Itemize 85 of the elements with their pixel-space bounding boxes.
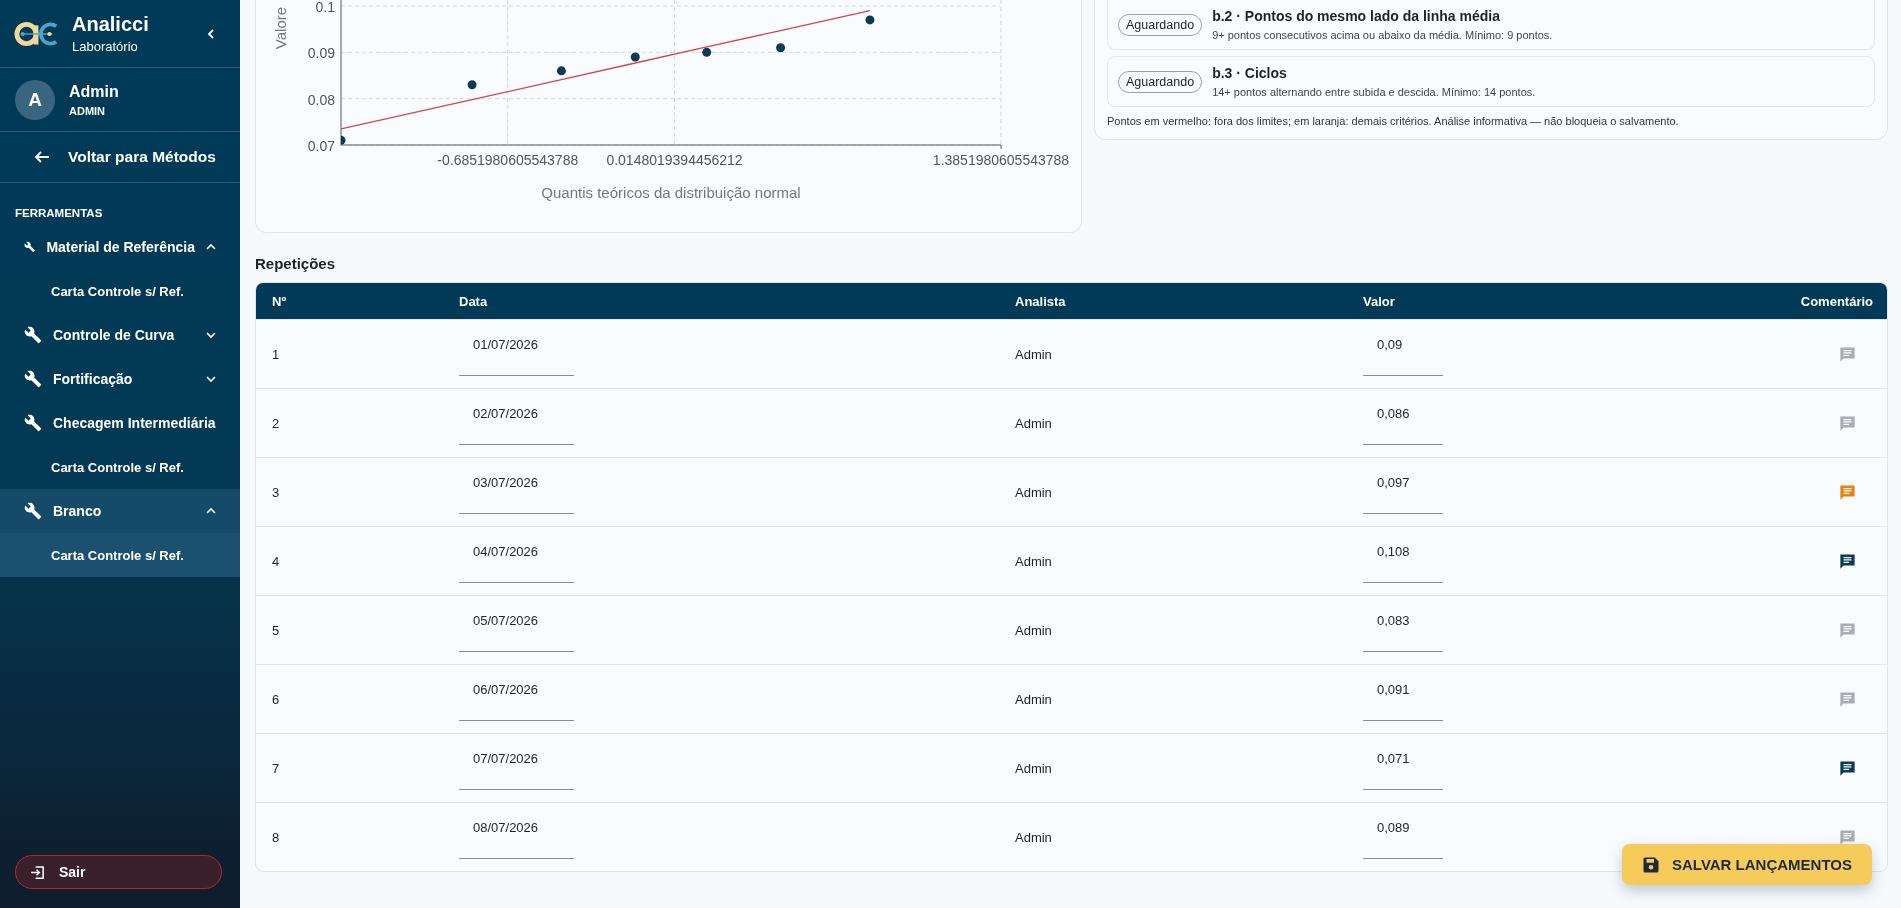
rule-title: b.3 · Ciclos xyxy=(1212,65,1288,81)
row-number: 3 xyxy=(271,484,281,500)
value-input[interactable]: 0,089 xyxy=(1363,815,1443,859)
submenu-item[interactable]: Carta Controle s/ Ref. xyxy=(0,269,240,313)
date-input[interactable]: 07/07/2026 xyxy=(459,746,574,790)
y-tick-label: 0.07 xyxy=(307,138,335,154)
user-avatar: A xyxy=(15,79,55,120)
data-point xyxy=(865,15,875,25)
menu-group-item[interactable]: Branco xyxy=(0,489,240,533)
date-input[interactable]: 02/07/2026 xyxy=(459,401,574,445)
column-header: Analista xyxy=(1015,293,1067,309)
value-input[interactable]: 0,071 xyxy=(1363,746,1443,790)
analyst-cell-text: Admin xyxy=(1015,346,1053,362)
value-input[interactable]: 0,09 xyxy=(1363,332,1443,376)
wrench-icon xyxy=(24,326,42,344)
x-tick-label: 0.0148019394456212 xyxy=(606,152,743,168)
row-number: 5 xyxy=(271,622,281,638)
analyst-cell-text: Admin xyxy=(1015,484,1053,500)
section-heading: Repetições xyxy=(255,255,337,272)
data-point xyxy=(341,135,346,145)
wrench-icon xyxy=(24,370,42,388)
brand-subtitle: Laboratório xyxy=(72,39,139,54)
analyst-cell-text: Admin xyxy=(1015,829,1053,845)
row-number: 6 xyxy=(271,691,281,707)
wrench-icon xyxy=(24,502,42,520)
date-input[interactable]: 04/07/2026 xyxy=(459,539,574,583)
x-tick-label: 1.3851980605543788 xyxy=(932,152,1070,168)
row-number: 8 xyxy=(271,829,281,845)
menu-group-item[interactable]: Controle de Curva xyxy=(0,313,240,357)
rule-description: 9+ pontos consecutivos acima ou abaixo da média. Mínimo: 9 pontos. xyxy=(1212,29,1553,41)
date-input[interactable]: 03/07/2026 xyxy=(459,470,574,514)
rule-title: b.2 · Pontos do mesmo lado da linha média xyxy=(1212,8,1501,24)
date-input[interactable]: 06/07/2026 xyxy=(459,677,574,721)
menu-group-item[interactable]: Checagem Intermediária xyxy=(0,401,240,445)
analyst-cell-text: Admin xyxy=(1015,415,1053,431)
rule-description: 14+ pontos alternando entre subida e descida. Mínimo: 14 pontos. xyxy=(1212,86,1536,98)
row-number: 2 xyxy=(271,415,281,431)
brand-name: Analicci xyxy=(72,13,150,36)
value-input[interactable]: 0,097 xyxy=(1363,470,1443,514)
wrench-icon xyxy=(24,414,42,432)
data-point xyxy=(630,52,640,62)
value-input[interactable]: 0,086 xyxy=(1363,401,1443,445)
analyst-cell-text: Admin xyxy=(1015,622,1053,638)
row-number: 7 xyxy=(271,760,281,776)
column-header: Comentário xyxy=(1800,293,1874,309)
column-header: Valor xyxy=(1363,293,1396,309)
value-input[interactable]: 0,091 xyxy=(1363,677,1443,721)
collapse-chevron-icon[interactable] xyxy=(206,28,216,39)
data-point xyxy=(467,80,477,90)
rules-note: Pontos em vermelho: fora dos limites; em laranja: demais critérios. Análise informativa — não bloqueia o salvamento. xyxy=(1107,115,1680,127)
comment-icon[interactable] xyxy=(1838,758,1857,778)
analyst-cell-text: Admin xyxy=(1015,691,1053,707)
column-header: Nº xyxy=(271,293,288,309)
user-role: ADMIN xyxy=(69,104,107,117)
analyst-cell-text: Admin xyxy=(1015,760,1053,776)
menu-group-item[interactable]: Material de Referência xyxy=(0,225,240,269)
column-header: Data xyxy=(459,293,489,309)
date-input[interactable]: 05/07/2026 xyxy=(459,608,574,652)
y-tick-label: 0.08 xyxy=(307,91,335,108)
submenu-item[interactable]: Carta Controle s/ Ref. xyxy=(0,445,240,489)
save-button[interactable]: SALVAR LANÇAMENTOS xyxy=(1622,844,1872,885)
data-point xyxy=(702,47,712,57)
value-input[interactable]: 0,083 xyxy=(1363,608,1443,652)
row-number: 4 xyxy=(271,553,281,569)
analyst-cell-text: Admin xyxy=(1015,553,1053,569)
data-point xyxy=(556,66,566,76)
y-tick-label: 0.1 xyxy=(315,0,335,15)
back-link[interactable]: Voltar para Métodos xyxy=(0,132,240,183)
menu-group-item[interactable]: Fortificação xyxy=(0,357,240,401)
user-name: Admin xyxy=(69,82,119,101)
y-axis-label: Valore xyxy=(272,6,289,50)
value-input[interactable]: 0,108 xyxy=(1363,539,1443,583)
y-tick-label: 0.09 xyxy=(307,45,335,62)
row-number: 1 xyxy=(271,346,281,362)
back-arrow-icon xyxy=(34,149,50,165)
date-input[interactable]: 01/07/2026 xyxy=(459,332,574,376)
section-title: FERRAMENTAS xyxy=(14,206,104,221)
submenu-item[interactable]: Carta Controle s/ Ref. xyxy=(0,533,240,577)
x-axis-label: Quantis teóricos da distribuição normal xyxy=(541,184,801,201)
logout-button[interactable]: Sair xyxy=(15,855,222,889)
comment-icon[interactable] xyxy=(1838,551,1857,571)
exit-icon xyxy=(30,864,45,880)
data-point xyxy=(776,43,786,53)
date-input[interactable]: 08/07/2026 xyxy=(459,815,574,859)
x-tick-label: -0.6851980605543788 xyxy=(437,152,579,168)
